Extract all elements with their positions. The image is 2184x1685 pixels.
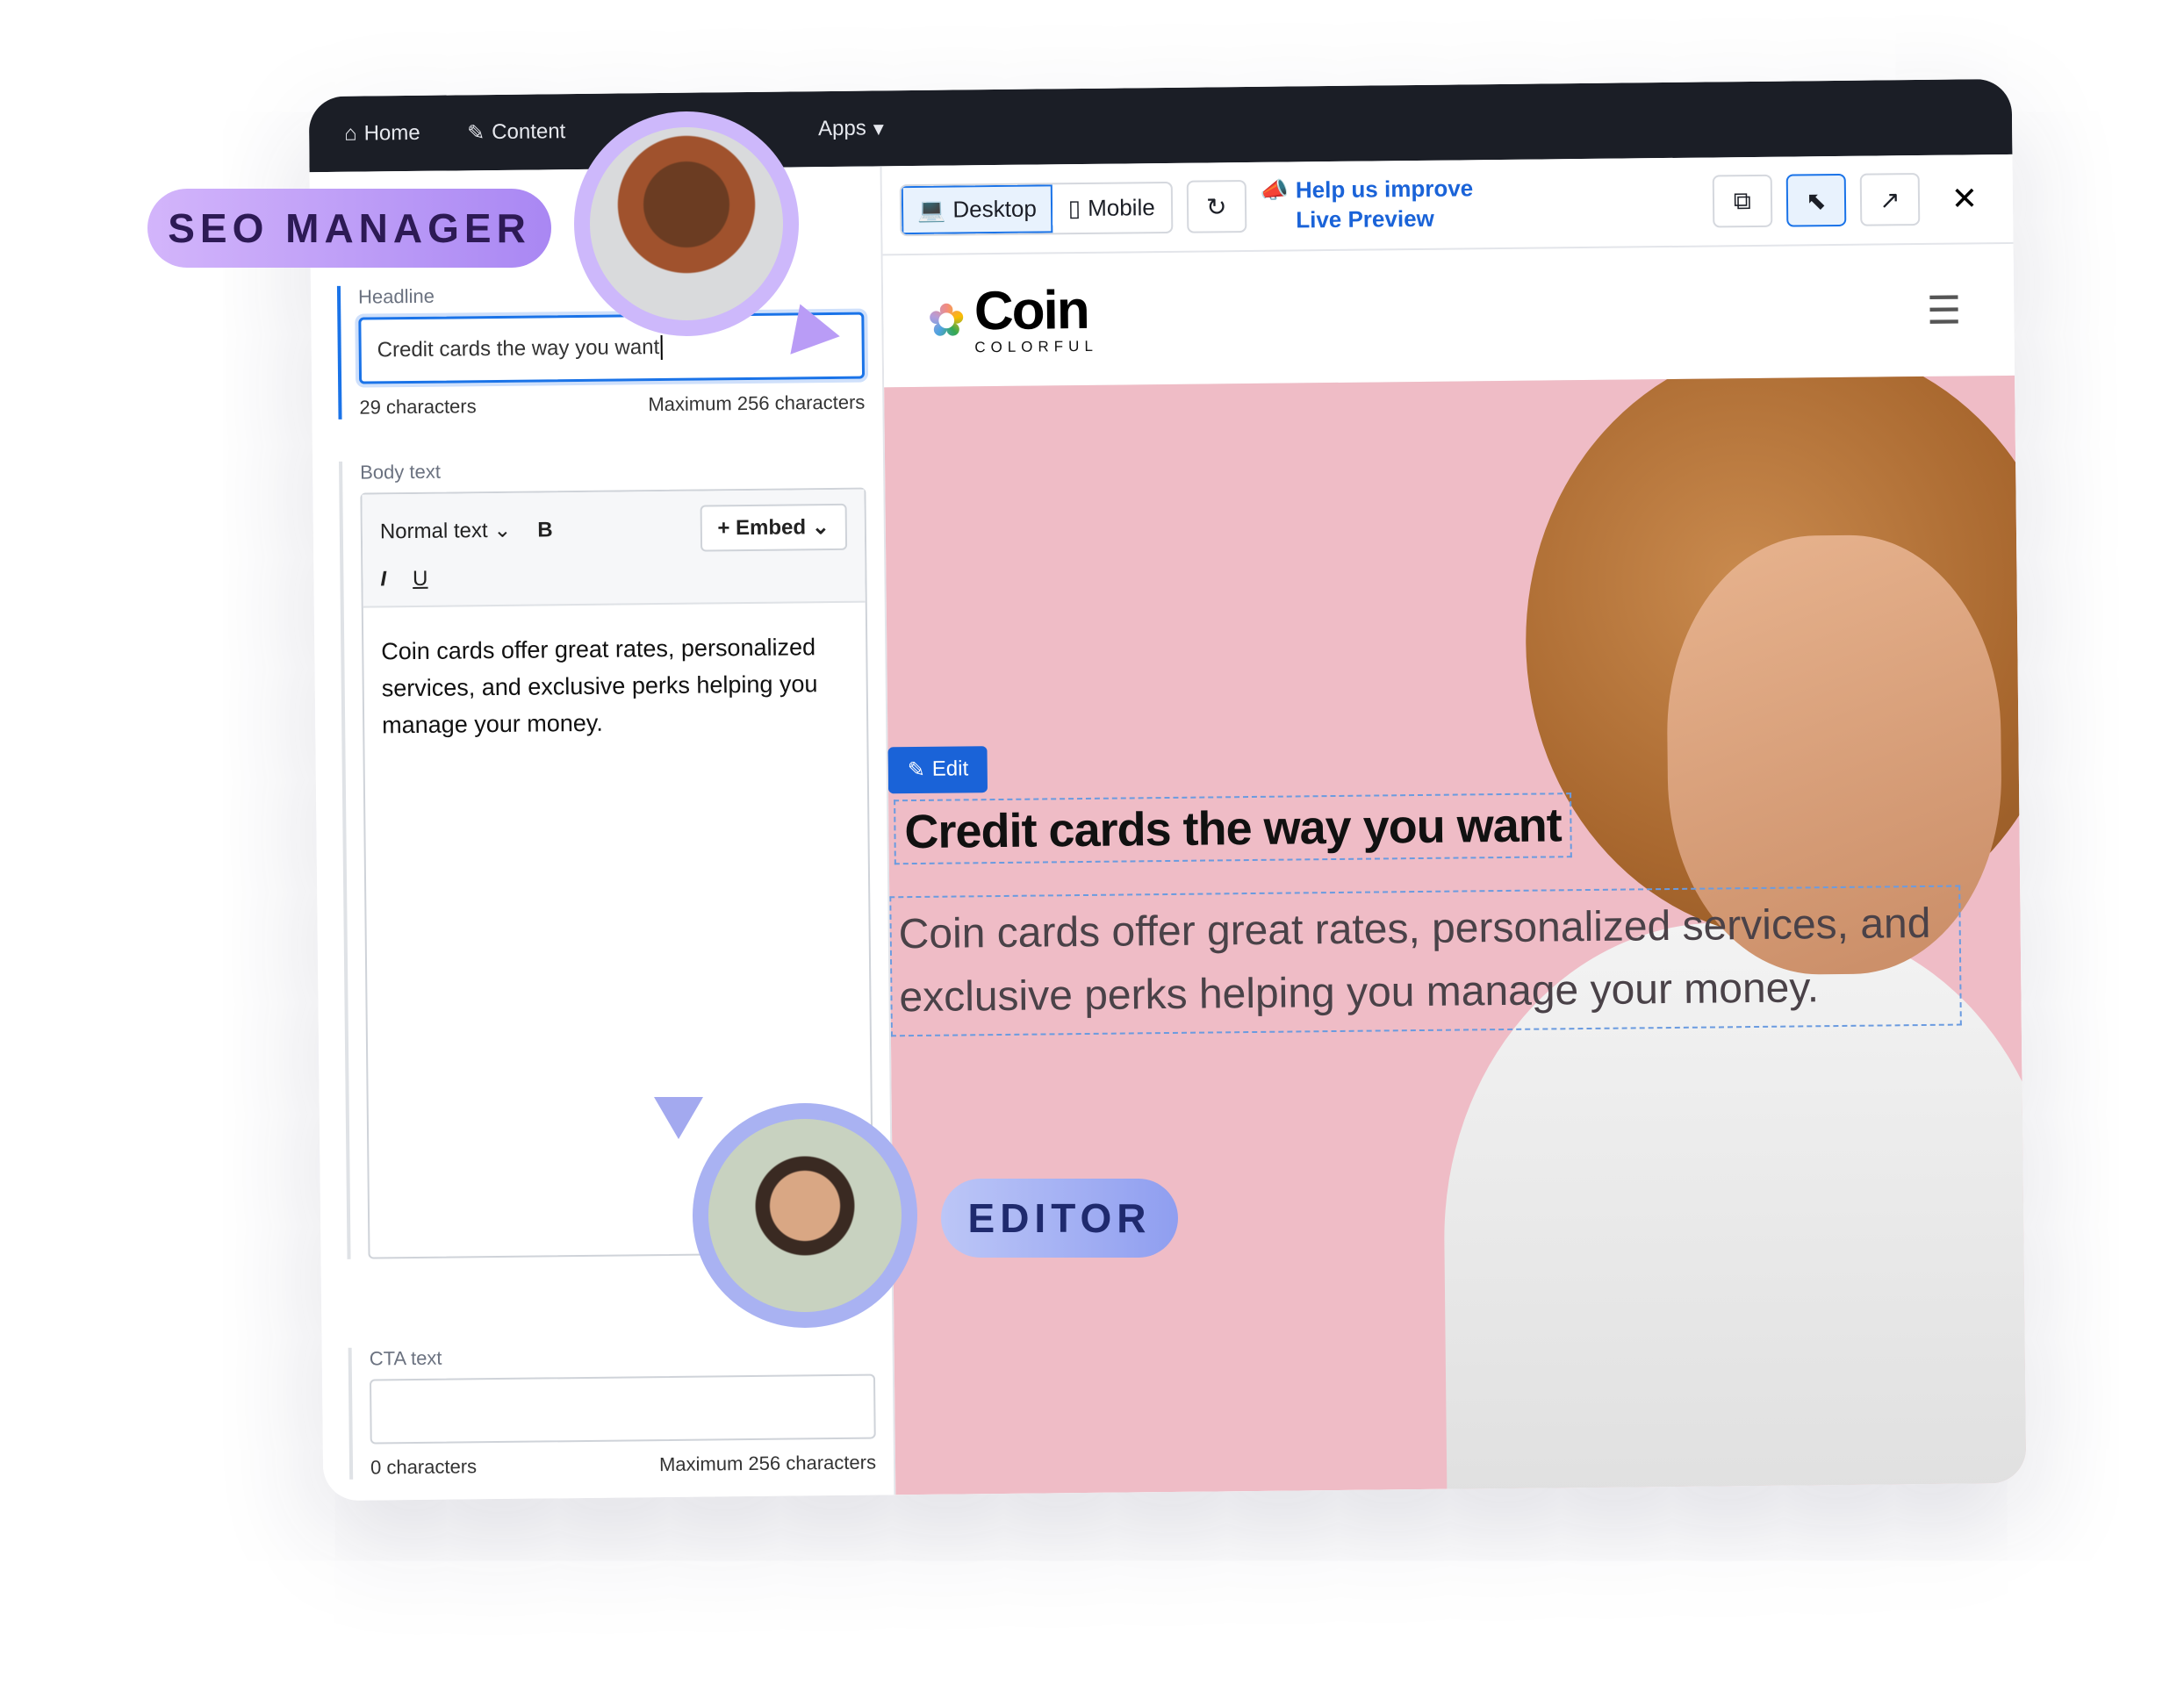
external-link-icon: ↗ <box>1879 185 1900 213</box>
edit-button[interactable]: ✎ Edit <box>887 746 988 794</box>
underline-button[interactable]: U <box>413 567 428 592</box>
nav-home[interactable]: ⌂ Home <box>344 96 420 172</box>
cursor-icon: ⬉ <box>1805 186 1827 214</box>
seo-manager-badge: SEO MANAGER <box>147 189 551 268</box>
copy-button[interactable]: ⧉ <box>1712 174 1773 228</box>
seo-manager-avatar <box>574 111 799 336</box>
site-header: ✿ Coin COLORFUL ☰ <box>882 243 2015 390</box>
headline-max: Maximum 256 characters <box>648 391 866 416</box>
inspect-button[interactable]: ⬉ <box>1785 173 1847 227</box>
cta-input[interactable] <box>369 1373 876 1445</box>
flower-logo-icon: ✿ <box>927 295 966 347</box>
feedback-link[interactable]: 📣 Help us improve Live Preview <box>1260 174 1506 236</box>
device-toggle: 💻 Desktop ▯ Mobile <box>899 181 1174 236</box>
rte-toolbar: Normal text ⌄ B + Embed ⌄ I U <box>362 489 866 608</box>
menu-icon: ☰ <box>1926 289 1962 333</box>
plus-icon: + <box>717 516 736 541</box>
close-icon: ✕ <box>1951 180 1979 217</box>
open-external-button[interactable]: ↗ <box>1859 172 1921 226</box>
hero-section: ✎ Edit Credit cards the way you want Coin… <box>884 375 2027 1495</box>
italic-button[interactable]: I <box>380 567 386 592</box>
app-window: ⌂ Home ✎ Content Apps ▾ Headline Credit car… <box>308 78 2027 1502</box>
editor-cursor-icon <box>654 1097 703 1139</box>
phone-icon: ▯ <box>1067 194 1081 221</box>
laptop-icon: 💻 <box>916 196 946 223</box>
preview-toolbar: 💻 Desktop ▯ Mobile ↻ 📣 Help us improve Live… <box>881 154 2014 256</box>
cta-max: Maximum 256 characters <box>658 1451 877 1476</box>
refresh-button[interactable]: ↻ <box>1186 180 1247 233</box>
hero-body[interactable]: Coin cards offer great rates, personaliz… <box>889 885 1962 1037</box>
cta-label: CTA text <box>369 1346 442 1370</box>
copy-icon: ⧉ <box>1733 186 1751 214</box>
embed-button[interactable]: + Embed ⌄ <box>700 503 848 552</box>
chevron-down-icon: ▾ <box>873 116 884 140</box>
megaphone-icon: 📣 <box>1260 176 1290 204</box>
text-style-dropdown[interactable]: Normal text ⌄ <box>380 518 512 545</box>
nav-apps[interactable]: Apps ▾ <box>818 90 885 167</box>
nav-content[interactable]: ✎ Content <box>467 94 566 170</box>
live-preview: 💻 Desktop ▯ Mobile ↻ 📣 Help us improve Live… <box>881 154 2027 1495</box>
desktop-button[interactable]: 💻 Desktop <box>901 183 1053 234</box>
close-button[interactable]: ✕ <box>1934 180 1996 218</box>
chevron-down-icon: ⌄ <box>811 515 830 540</box>
bold-button[interactable]: B <box>537 518 553 542</box>
pen-icon: ✎ <box>466 120 485 145</box>
editor-badge: EDITOR <box>941 1179 1178 1258</box>
headline-count: 29 characters <box>359 395 477 419</box>
hero-title[interactable]: Credit cards the way you want <box>894 792 1573 865</box>
coin-logo: ✿ Coin COLORFUL <box>927 279 1098 356</box>
home-icon: ⌂ <box>343 121 357 146</box>
editor-avatar <box>693 1103 917 1328</box>
cta-count: 0 characters <box>370 1455 478 1479</box>
hamburger-menu-button[interactable]: ☰ <box>1927 288 1962 333</box>
body-label: Body text <box>360 460 442 484</box>
cta-field: CTA text 0 characters Maximum 256 charact… <box>348 1342 877 1480</box>
refresh-icon: ↻ <box>1205 192 1227 221</box>
pencil-icon: ✎ <box>907 757 925 783</box>
mobile-button[interactable]: ▯ Mobile <box>1052 183 1171 232</box>
chevron-down-icon: ⌄ <box>493 518 512 543</box>
headline-field: Headline Credit cards the way you want 2… <box>336 280 866 419</box>
